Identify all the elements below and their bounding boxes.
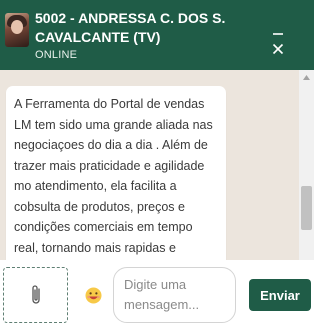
send-button[interactable]: Enviar: [249, 279, 311, 311]
attach-dropzone[interactable]: [3, 267, 68, 323]
close-button[interactable]: [266, 39, 290, 59]
emoji-icon: [85, 287, 101, 303]
scrollbar-thumb[interactable]: [301, 186, 312, 230]
contact-name: 5002 - ANDRESSA C. DOS S. CAVALCANTE (TV…: [35, 10, 226, 45]
message-text: A Ferramenta do Portal de vendas LM tem …: [14, 97, 213, 255]
avatar: [5, 13, 29, 47]
scrollbar[interactable]: [299, 70, 314, 260]
chat-header: 5002 - ANDRESSA C. DOS S. CAVALCANTE (TV…: [0, 0, 314, 70]
message-area[interactable]: A Ferramenta do Portal de vendas LM tem …: [0, 70, 314, 260]
composer: Enviar: [0, 260, 314, 327]
scroll-up-button[interactable]: [299, 70, 314, 85]
close-icon: [272, 43, 284, 55]
paperclip-icon: [31, 285, 40, 304]
status-label: ONLINE: [35, 49, 78, 61]
message-bubble: A Ferramenta do Portal de vendas LM tem …: [6, 86, 226, 260]
message-input[interactable]: [113, 267, 236, 323]
arrow-up-icon: [303, 75, 310, 80]
emoji-button[interactable]: [84, 286, 102, 304]
